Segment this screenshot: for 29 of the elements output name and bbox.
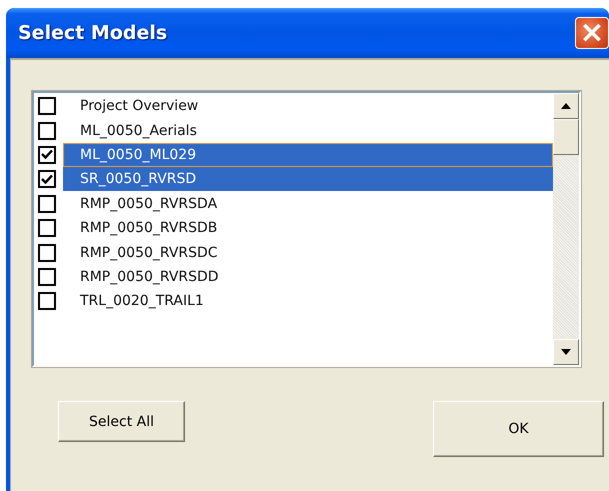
checkbox[interactable] bbox=[38, 170, 56, 188]
window-title: Select Models bbox=[18, 22, 168, 44]
list-item[interactable]: RMP_0050_RVRSDB bbox=[63, 216, 553, 240]
list-item[interactable]: RMP_0050_RVRSDC bbox=[63, 240, 553, 265]
checkbox[interactable] bbox=[38, 219, 56, 238]
checkbox[interactable] bbox=[38, 122, 56, 140]
down-arrow-icon bbox=[561, 349, 571, 355]
scroll-down-button[interactable] bbox=[553, 339, 579, 365]
list-item[interactable]: SR_0050_RVRSD bbox=[63, 167, 553, 192]
checkbox[interactable] bbox=[38, 97, 56, 116]
checkmark-icon bbox=[41, 174, 53, 185]
select-all-button[interactable]: Select All bbox=[58, 401, 185, 442]
scroll-thumb[interactable] bbox=[553, 119, 579, 155]
checkbox[interactable] bbox=[38, 292, 56, 310]
up-arrow-icon bbox=[561, 103, 571, 109]
scrollbar[interactable] bbox=[553, 93, 579, 365]
list-item[interactable]: ML_0050_ML029 bbox=[63, 142, 553, 167]
checkbox[interactable] bbox=[38, 194, 56, 213]
list-item[interactable]: Project Overview bbox=[63, 94, 553, 118]
list-item[interactable]: TRL_0020_TRAIL1 bbox=[63, 289, 553, 314]
list-item[interactable]: RMP_0050_RVRSDD bbox=[63, 264, 553, 289]
checkmark-icon bbox=[41, 149, 53, 160]
list-item[interactable]: RMP_0050_RVRSDA bbox=[63, 192, 553, 216]
list-item[interactable]: ML_0050_Aerials bbox=[63, 118, 553, 143]
checkbox[interactable] bbox=[38, 268, 56, 286]
checkbox[interactable] bbox=[38, 146, 56, 164]
ok-button[interactable]: OK bbox=[433, 401, 604, 457]
checkbox[interactable] bbox=[38, 244, 56, 262]
scroll-up-button[interactable] bbox=[553, 93, 579, 119]
